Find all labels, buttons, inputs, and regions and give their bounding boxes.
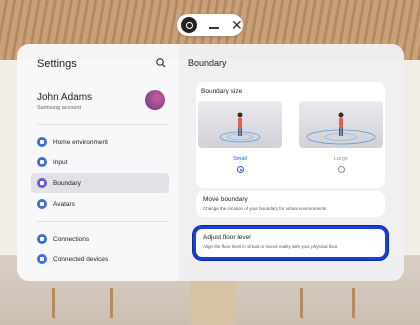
sidebar-item-home-environment[interactable]: Home environment bbox=[31, 132, 169, 152]
close-icon[interactable]: ✕ bbox=[231, 18, 243, 32]
sidebar-item-boundary[interactable]: Boundary bbox=[31, 173, 169, 193]
radio-large[interactable] bbox=[338, 166, 345, 173]
boundary-size-card: Boundary size Small Large bbox=[196, 82, 385, 188]
sidebar-item-avatars[interactable]: Avatars bbox=[31, 194, 169, 214]
card-description: Align the floor level in virtual or mixe… bbox=[203, 244, 339, 249]
window-controls: ✕ bbox=[177, 14, 243, 36]
devices-icon bbox=[37, 254, 47, 264]
radio-small[interactable] bbox=[237, 166, 244, 173]
avatar[interactable] bbox=[145, 90, 165, 110]
option-small-label: Small bbox=[233, 156, 247, 162]
boundary-panel: Boundary Boundary size Small Large Move … bbox=[179, 44, 404, 281]
profile-name[interactable]: John Adams bbox=[37, 92, 92, 103]
boundary-small-preview[interactable] bbox=[198, 101, 282, 148]
minimize-icon[interactable] bbox=[209, 27, 219, 29]
section-title: Boundary bbox=[188, 58, 227, 68]
sidebar-item-connected-devices[interactable]: Connected devices bbox=[31, 249, 169, 269]
sidebar-item-input[interactable]: Input bbox=[31, 152, 169, 172]
search-icon[interactable] bbox=[155, 57, 167, 69]
sidebar-item-label: Input bbox=[53, 158, 68, 166]
card-title: Move boundary bbox=[203, 196, 248, 203]
divider bbox=[37, 221, 169, 222]
move-boundary-card[interactable]: Move boundary Change the location of you… bbox=[196, 191, 385, 217]
sidebar-item-label: Connected devices bbox=[53, 255, 109, 263]
chair-leg bbox=[352, 288, 355, 318]
card-description: Change the location of your boundary for… bbox=[203, 206, 328, 211]
app-icon[interactable] bbox=[181, 17, 197, 33]
option-large-label: Large bbox=[333, 156, 349, 162]
sidebar-item-label: Connections bbox=[53, 235, 90, 243]
chair-leg bbox=[300, 288, 303, 318]
sidebar-item-label: Home environment bbox=[53, 138, 108, 146]
chair-leg bbox=[52, 288, 55, 318]
settings-sidebar: Settings John Adams Samsung account Home… bbox=[17, 44, 179, 281]
card-title: Boundary size bbox=[201, 88, 243, 95]
sidebar-item-connections[interactable]: Connections bbox=[31, 229, 169, 249]
home-icon bbox=[37, 137, 47, 147]
input-icon bbox=[37, 157, 47, 167]
avatar-icon bbox=[37, 199, 47, 209]
wifi-icon bbox=[37, 234, 47, 244]
boundary-icon bbox=[37, 178, 47, 188]
profile-subtitle: Samsung account bbox=[37, 105, 82, 111]
divider bbox=[37, 124, 169, 125]
chair-leg bbox=[110, 288, 113, 318]
sidebar-item-label: Boundary bbox=[53, 179, 81, 187]
card-title: Adjust floor level bbox=[203, 234, 251, 241]
boundary-large-preview[interactable] bbox=[299, 101, 383, 148]
adjust-floor-card[interactable]: Adjust floor level Align the floor level… bbox=[193, 226, 388, 260]
page-title: Settings bbox=[37, 58, 77, 70]
sidebar-item-label: Avatars bbox=[53, 200, 75, 208]
